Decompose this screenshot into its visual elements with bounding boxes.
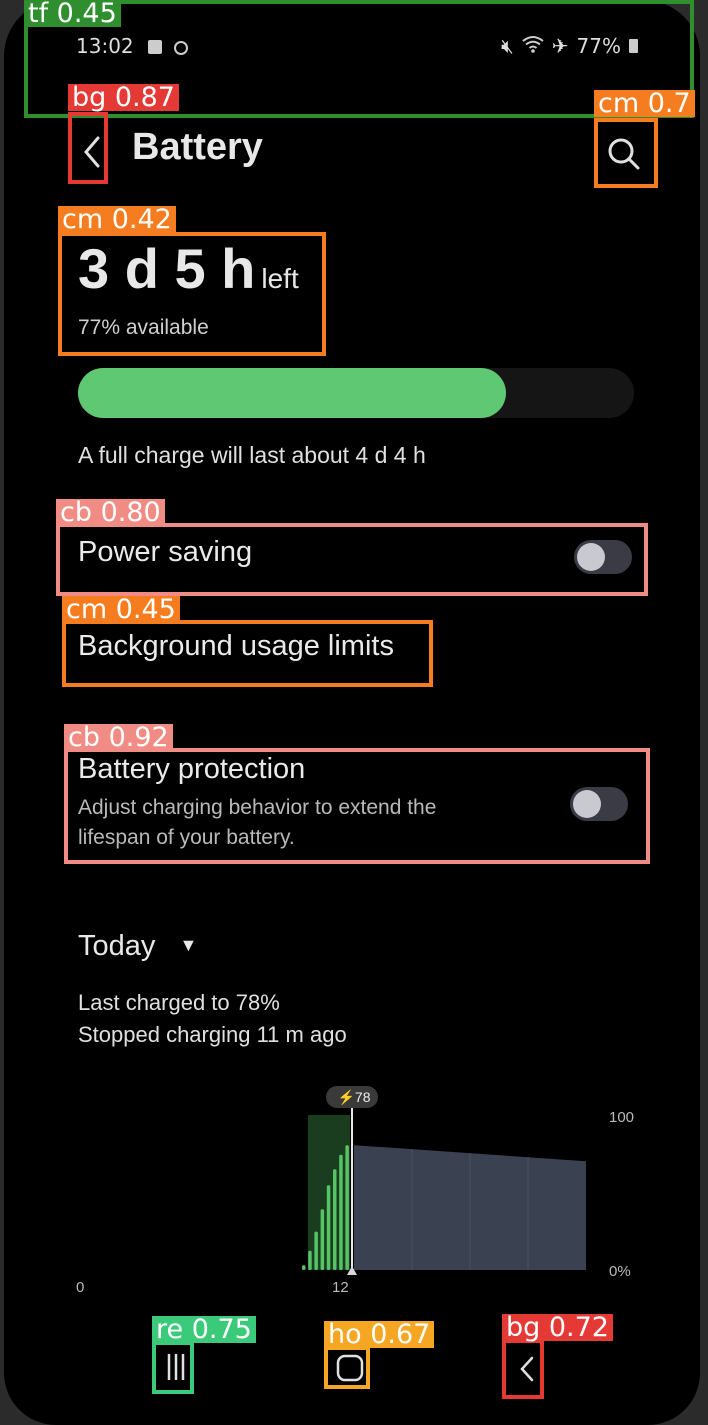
charging-bar (308, 1250, 312, 1270)
detection-box (56, 523, 648, 596)
battery-usage-chart: ⚡78 0 12 100 0% (76, 1086, 634, 1296)
detection-box (64, 748, 650, 864)
detection-label: cb 0.92 (64, 724, 173, 751)
detection-box (324, 1346, 370, 1389)
last-charged: Last charged to 78% (78, 990, 280, 1015)
charging-bar (339, 1154, 343, 1270)
detection-label: cm 0.45 (62, 596, 180, 623)
full-charge-estimate: A full charge will last about 4 d 4 h (78, 442, 426, 468)
detection-label: bg 0.72 (502, 1314, 613, 1341)
battery-level-bar (78, 368, 634, 418)
detection-label: tf 0.45 (24, 0, 121, 27)
detection-label: cm 0.7 (594, 90, 695, 117)
stopped-charging: Stopped charging 11 m ago (78, 1022, 347, 1047)
charging-bar (320, 1209, 325, 1270)
detection-label: cb 0.80 (56, 499, 165, 526)
period-selector[interactable]: Today ▼ (78, 930, 197, 963)
charging-bar (302, 1265, 306, 1270)
dropdown-arrow-icon: ▼ (179, 935, 198, 955)
detection-label: cm 0.42 (58, 206, 176, 233)
detection-box (594, 118, 658, 188)
charging-bar (345, 1145, 349, 1270)
y-tick-label: 0% (609, 1263, 631, 1280)
detection-box (62, 620, 433, 687)
charging-bar (326, 1185, 331, 1270)
detection-box (58, 232, 326, 356)
charging-bar (314, 1231, 318, 1270)
charging-bar (333, 1169, 337, 1270)
y-tick-label: 100 (609, 1109, 634, 1126)
marker-label: ⚡78 (337, 1089, 370, 1106)
detection-label: ho 0.67 (324, 1321, 435, 1348)
detection-box (502, 1339, 544, 1399)
x-tick-label: 0 (76, 1279, 84, 1296)
detection-label: bg 0.87 (68, 84, 179, 111)
detection-box (152, 1341, 194, 1394)
detection-label: re 0.75 (152, 1316, 256, 1343)
page-title: Battery (132, 126, 263, 168)
x-tick-label: 12 (332, 1279, 349, 1296)
battery-level-fill (78, 368, 507, 418)
detection-box (68, 112, 108, 184)
